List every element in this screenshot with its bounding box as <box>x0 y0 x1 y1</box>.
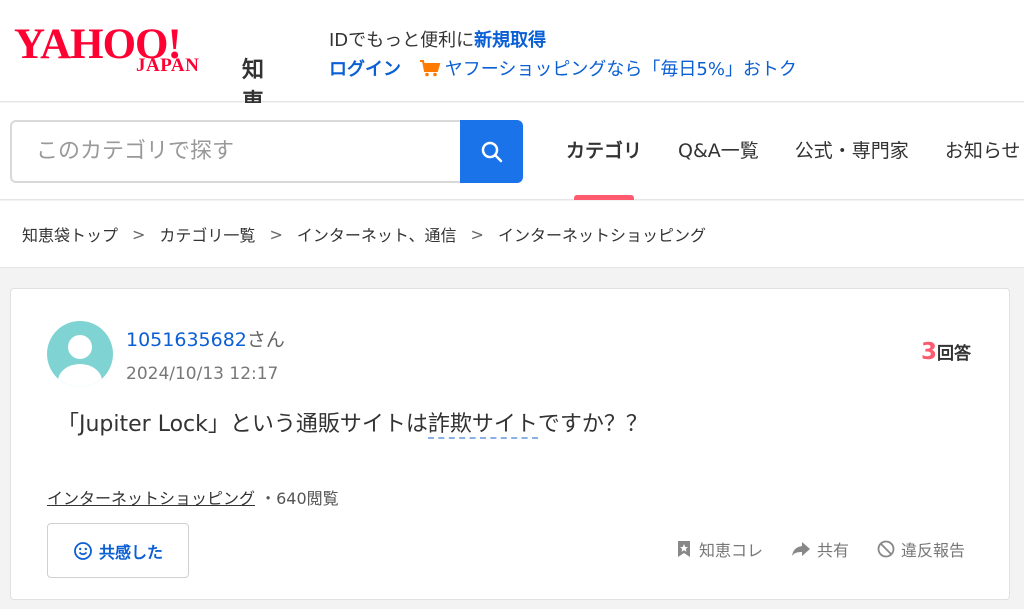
empathy-button[interactable]: 共感した <box>47 523 189 578</box>
share-action[interactable]: 共有 <box>791 537 849 561</box>
question-text: 「Jupiter Lock」という通販サイトは詐欺サイトですか？？ <box>57 406 648 439</box>
breadcrumb-separator-icon: > <box>470 224 484 244</box>
share-arrow-icon <box>791 542 810 556</box>
smile-icon <box>74 541 92 560</box>
bookmark-action[interactable]: 知恵コレ <box>675 537 763 561</box>
search-button[interactable] <box>460 120 523 183</box>
nav-official-experts[interactable]: 公式・専門家 <box>777 103 927 200</box>
id-promo: IDでもっと便利に新規取得 <box>329 26 546 52</box>
report-action[interactable]: 違反報告 <box>877 537 965 561</box>
question-card: 1051635682さん 2024/10/13 12:17 3回答 「Jupit… <box>10 288 1010 600</box>
login-row: ログイン ヤフーショッピングなら「毎日5%」おトク <box>329 55 797 81</box>
nav-category[interactable]: カテゴリ <box>548 103 660 200</box>
signup-link[interactable]: 新規取得 <box>474 30 546 51</box>
id-promo-text: IDでもっと便利に <box>329 30 475 51</box>
shopping-cart-icon <box>419 60 441 77</box>
author-id: 1051635682 <box>126 329 247 351</box>
question-actions: 知恵コレ 共有 違反報告 <box>647 537 965 561</box>
breadcrumb-separator-icon: > <box>269 224 283 244</box>
empathy-label: 共感した <box>98 544 163 562</box>
breadcrumb: 知恵袋トップ > カテゴリ一覧 > インターネット、通信 > インターネットショ… <box>0 201 1024 268</box>
answer-count[interactable]: 3回答 <box>921 339 971 365</box>
question-text-part1: 「Jupiter Lock」という通販サイトは <box>57 412 428 437</box>
japan-logo-text: JAPAN <box>136 55 200 76</box>
search-box <box>10 120 462 183</box>
answer-count-label: 回答 <box>937 344 971 364</box>
default-user-icon <box>58 335 102 387</box>
breadcrumb-top[interactable]: 知恵袋トップ <box>22 222 118 246</box>
question-text-part2: ですか？？ <box>537 412 648 437</box>
question-author[interactable]: 1051635682さん <box>126 325 285 352</box>
nav-notices[interactable]: お知らせ <box>927 103 1024 200</box>
search-nav-bar: カテゴリ Q&A一覧 公式・専門家 お知らせ <box>0 103 1024 200</box>
prohibited-icon <box>877 540 895 558</box>
bookmark-star-icon <box>677 541 690 557</box>
yahoo-chiebukuro-logo[interactable]: YAHOO! JAPAN 知恵袋 <box>14 22 264 148</box>
avatar[interactable] <box>47 321 113 387</box>
search-input[interactable] <box>12 122 462 181</box>
share-label: 共有 <box>816 541 849 560</box>
breadcrumb-separator-icon: > <box>132 224 146 244</box>
login-link[interactable]: ログイン <box>329 59 401 80</box>
bookmark-label: 知恵コレ <box>698 541 763 560</box>
question-meta: インターネットショッピング ・640閲覧 <box>47 485 339 509</box>
category-link[interactable]: インターネットショッピング <box>47 489 255 508</box>
author-suffix: さん <box>246 329 285 351</box>
question-keyword-link[interactable]: 詐欺サイト <box>427 412 538 439</box>
answer-count-number: 3 <box>920 339 937 365</box>
breadcrumb-category-list[interactable]: カテゴリ一覧 <box>159 222 255 246</box>
post-datetime: 2024/10/13 12:17 <box>126 364 279 384</box>
shopping-promo-link[interactable]: ヤフーショッピングなら「毎日5%」おトク <box>445 59 797 80</box>
nav-qa-list[interactable]: Q&A一覧 <box>660 103 777 200</box>
site-header: YAHOO! JAPAN 知恵袋 IDでもっと便利に新規取得 ログイン ヤフーシ… <box>0 0 1024 148</box>
search-icon <box>481 141 502 162</box>
breadcrumb-internet[interactable]: インターネット、通信 <box>297 222 457 246</box>
view-count: ・640閲覧 <box>260 489 339 508</box>
main-nav: カテゴリ Q&A一覧 公式・専門家 お知らせ <box>548 103 1024 200</box>
breadcrumb-shopping[interactable]: インターネットショッピング <box>498 222 706 246</box>
report-label: 違反報告 <box>900 541 965 560</box>
